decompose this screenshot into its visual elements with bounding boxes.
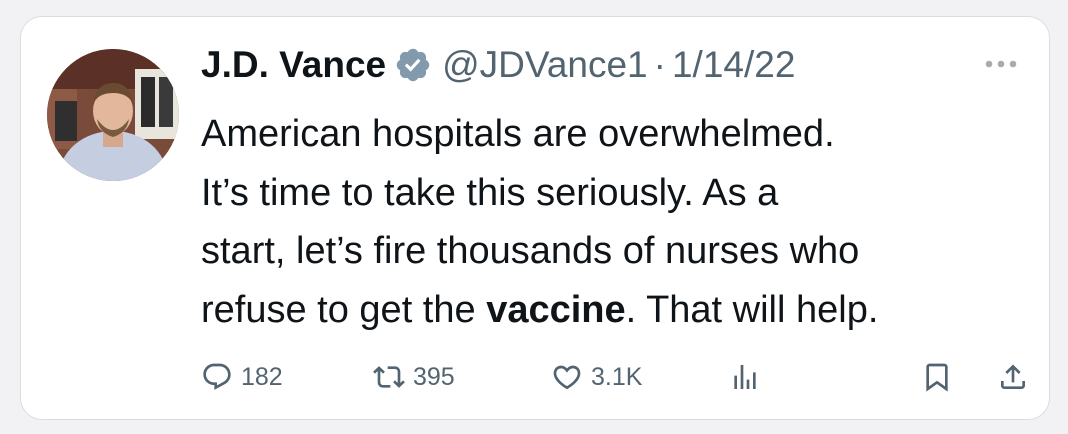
author-name[interactable]: J.D. Vance [201,44,386,86]
like-button[interactable]: 3.1K [551,357,642,397]
tweet-text-bold: vaccine [486,288,626,331]
tweet-text-line: refuse to get the vaccine. That will hel… [201,281,1031,340]
tweet-header: J.D. Vance @JDVance1 · 1/14/22 [201,37,795,93]
reply-count: 182 [241,362,283,391]
bookmark-icon [926,363,948,392]
author-handle[interactable]: @JDVance1 [442,44,648,86]
repost-icon [373,366,405,388]
verified-badge-icon [394,46,432,84]
avatar[interactable] [47,49,179,181]
tweet-text-line: American hospitals are overwhelmed. [201,113,835,155]
tweet-text: American hospitals are overwhelmed. It’s… [201,105,1031,339]
share-icon [1001,364,1025,389]
heart-icon [553,365,581,390]
tweet-text-segment: . That will help. [625,288,879,331]
reply-bubble-icon [203,363,231,390]
repost-count: 395 [413,362,455,391]
tweet-text-line: start, let’s fire thousands of nurses wh… [201,230,860,272]
more-options-icon[interactable] [981,57,1021,71]
repost-button[interactable]: 395 [373,357,455,397]
reply-button[interactable]: 182 [201,357,283,397]
separator-dot: · [653,44,666,85]
share-button[interactable] [997,357,1029,397]
bookmark-button[interactable] [921,357,953,397]
bar-chart-icon [734,365,756,389]
avatar-image [47,49,179,181]
views-button[interactable] [729,357,761,397]
like-count: 3.1K [591,362,643,391]
action-bar: 182 395 3.1K [201,357,1031,397]
tweet-text-line: It’s time to take this seriously. As a [201,171,779,214]
tweet-date[interactable]: 1/14/22 [672,44,795,86]
tweet-card[interactable]: J.D. Vance @JDVance1 · 1/14/22 American … [20,16,1050,420]
tweet-text-segment: refuse to get the [201,288,487,331]
